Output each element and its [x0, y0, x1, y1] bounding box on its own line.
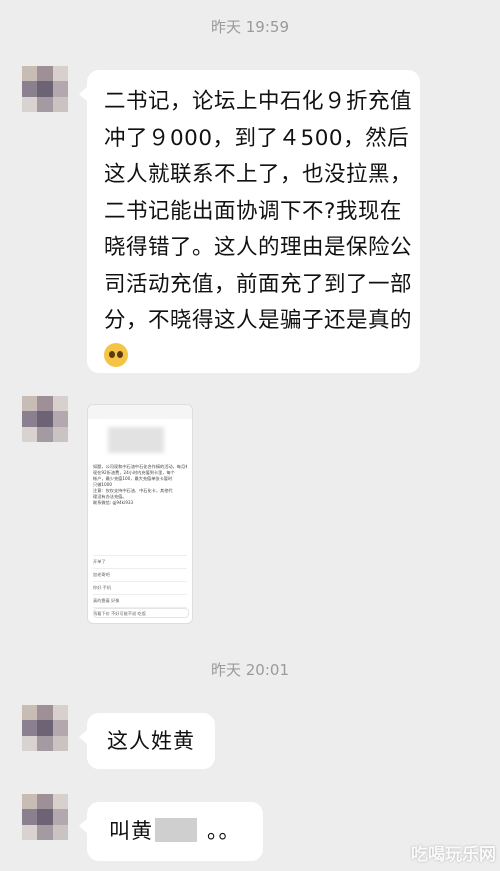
screenshot-reply: 真的靠着 好像 [93, 594, 187, 607]
message-bubble[interactable]: 二书记，论坛上中石化９折充值冲了９000，到了４500，然后这人就联系不上了，也… [79, 70, 420, 373]
message-text: 这人姓黄 [107, 729, 195, 753]
timestamp: 昨天 19:59 [211, 18, 289, 36]
timestamp: 昨天 20:01 [211, 661, 289, 679]
avatar[interactable] [22, 396, 68, 442]
blurred-name [155, 818, 197, 842]
screenshot-header [88, 405, 192, 419]
avatar[interactable] [22, 705, 68, 751]
screenshot-reply: 你好 手机 [93, 581, 187, 594]
message-text: 二书记，论坛上中石化９折充值冲了９000，到了４500，然后这人就联系不上了，也… [104, 89, 413, 333]
screenshot-line: 联系微信: gj94ki933 [93, 500, 134, 505]
screenshot-body: 如题，公司现和中石油中石化合作搞的活动，每月有几万金额 现在92折油费，24小时… [93, 464, 187, 506]
pleading-face-emoji [104, 342, 128, 367]
watermark: 吃喝玩乐网 [411, 845, 496, 865]
message-bubble[interactable]: 这人姓黄 [79, 713, 215, 769]
blurred-region [108, 427, 164, 453]
message-text: 叫黄 [109, 819, 153, 843]
image-message[interactable]: 如题，公司现和中石油中石化合作搞的活动，每月有几万金额 现在92折油费，24小时… [87, 404, 193, 624]
screenshot-reply: 开单了 [93, 555, 187, 568]
avatar[interactable] [22, 794, 68, 840]
screenshot-reply: 加老哥吧 [93, 568, 187, 581]
avatar[interactable] [22, 66, 68, 112]
message-text-suffix: 。。 [207, 819, 241, 843]
screenshot-input-bar [93, 608, 189, 618]
message-bubble[interactable]: 叫黄 。。 [79, 802, 263, 861]
